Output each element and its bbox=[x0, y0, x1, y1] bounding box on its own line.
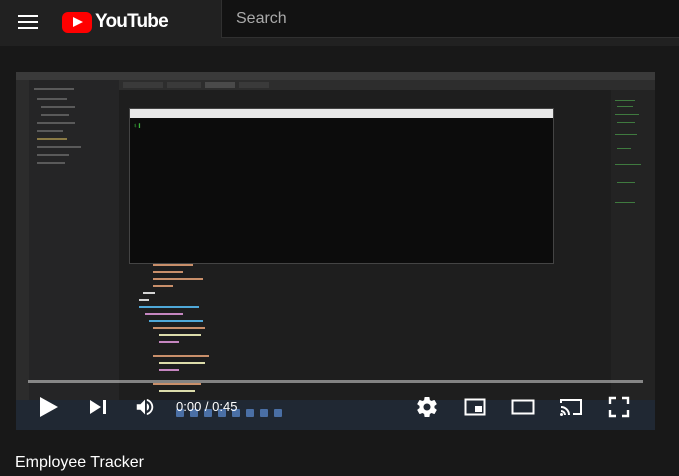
next-icon[interactable] bbox=[90, 398, 108, 416]
video-player[interactable]: $ ▌ 0:00 / 0:45 bbox=[16, 72, 655, 430]
youtube-play-logo-icon bbox=[62, 11, 92, 33]
logo-text: YouTube bbox=[95, 11, 169, 32]
video-frame-terminal-prompt: $ ▌ bbox=[134, 123, 142, 128]
progress-bar[interactable] bbox=[28, 380, 643, 383]
video-frame-activity-bar bbox=[16, 80, 29, 400]
volume-icon[interactable] bbox=[134, 396, 156, 418]
video-frame-titlebar bbox=[16, 72, 655, 80]
play-icon[interactable] bbox=[40, 397, 58, 417]
video-title: Employee Tracker bbox=[15, 454, 144, 471]
search-input[interactable] bbox=[234, 9, 658, 29]
time-total: 0:45 bbox=[212, 399, 238, 414]
video-frame-sidebar bbox=[29, 80, 119, 400]
time-separator: / bbox=[201, 399, 213, 414]
search-box[interactable] bbox=[221, 0, 679, 38]
gear-icon[interactable] bbox=[415, 395, 439, 419]
fullscreen-icon[interactable] bbox=[607, 395, 631, 419]
time-display: 0:00 / 0:45 bbox=[176, 399, 237, 414]
video-frame-tabs bbox=[119, 80, 655, 90]
video-frame-terminal-window: $ ▌ bbox=[129, 108, 554, 264]
youtube-logo[interactable]: YouTube bbox=[62, 9, 169, 35]
time-current: 0:00 bbox=[176, 399, 202, 414]
menu-icon[interactable] bbox=[16, 11, 40, 35]
masthead: YouTube bbox=[0, 0, 679, 46]
cast-icon[interactable] bbox=[559, 395, 583, 419]
miniplayer-icon[interactable] bbox=[463, 395, 487, 419]
theater-mode-icon[interactable] bbox=[511, 395, 535, 419]
video-frame-minimap bbox=[611, 90, 655, 400]
